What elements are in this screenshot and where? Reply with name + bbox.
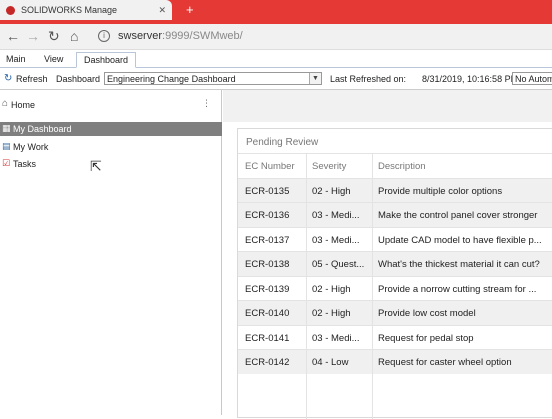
severity-cell: 05 - Quest...	[312, 259, 365, 270]
severity-cell: 03 - Medi...	[312, 210, 360, 221]
grid-header-row: EC Number Severity Description	[238, 153, 552, 178]
browser-tab-strip: SOLIDWORKS Manage ✕ +	[0, 0, 552, 24]
severity-cell: 02 - High	[312, 283, 351, 295]
pin-icon[interactable]: ⋮	[202, 98, 211, 109]
home-icon[interactable]: ⌂	[70, 28, 78, 44]
table-row[interactable]: ECR-0140 02 - High Provide low cost mode…	[238, 300, 552, 325]
favicon-icon	[6, 5, 15, 15]
description-cell: Provide a norrow cutting stream for ...	[378, 283, 537, 295]
ec-number-cell: ECR-0135	[245, 185, 290, 197]
tab-view[interactable]: View	[44, 54, 63, 64]
dashboard-select-value: Engineering Change Dashboard	[107, 74, 236, 84]
url-host: swserver	[118, 30, 163, 42]
home-icon: ⌂	[2, 98, 9, 109]
column-divider	[306, 153, 307, 419]
dashboard-label: Dashboard	[56, 74, 101, 84]
description-cell: Update CAD model to have flexible p...	[378, 234, 542, 246]
column-header-ec-number[interactable]: EC Number	[245, 161, 305, 172]
work-icon: ▤	[2, 141, 11, 151]
refresh-button[interactable]: Refresh	[16, 74, 48, 84]
main-content: Pending Review EC Number Severity Descri…	[223, 90, 552, 419]
table-row[interactable]: ECR-0139 02 - High Provide a norrow cutt…	[238, 275, 552, 301]
description-cell: Provide multiple color options	[378, 185, 503, 197]
ec-number-cell: ECR-0138	[245, 259, 290, 270]
sidebar-item-label: My Dashboard	[13, 124, 72, 134]
description-cell: Request for pedal stop	[378, 332, 474, 344]
ec-number-cell: ECR-0139	[245, 283, 290, 295]
tab-main[interactable]: Main	[6, 54, 26, 64]
panel-title: Pending Review	[246, 137, 319, 148]
auto-refresh-select[interactable]: No Autom	[512, 72, 552, 85]
url-path: :9999/SWMweb/	[162, 30, 243, 42]
sidebar-home-label: Home	[11, 100, 36, 110]
table-row[interactable]: ECR-0137 03 - Medi... Update CAD model t…	[238, 226, 552, 252]
mouse-cursor-icon: ⇱	[90, 158, 102, 174]
sidebar-item-tasks[interactable]: ☑ Tasks	[0, 157, 222, 171]
table-row[interactable]: ECR-0142 04 - Low Request for caster whe…	[238, 349, 552, 374]
close-icon[interactable]: ✕	[158, 5, 166, 16]
chevron-down-icon[interactable]: ▼	[309, 73, 321, 84]
column-header-description[interactable]: Description	[378, 161, 552, 172]
main-header-band	[223, 90, 552, 122]
last-refreshed-label: Last Refreshed on:	[330, 74, 407, 84]
pending-review-grid: EC Number Severity Description ECR-0135 …	[238, 153, 552, 374]
ec-number-cell: ECR-0136	[245, 210, 290, 221]
severity-cell: 02 - High	[312, 308, 351, 319]
last-refreshed-value: 8/31/2019, 10:16:58 PM	[422, 74, 519, 84]
sidebar-home[interactable]: ⌂ Home ⋮	[0, 98, 222, 112]
back-arrow-icon[interactable]: ←	[6, 28, 20, 44]
description-cell: Request for caster wheel option	[378, 357, 512, 368]
tab-dashboard[interactable]: Dashboard	[76, 52, 137, 68]
sidebar-item-label: My Work	[13, 142, 49, 152]
pending-review-panel: Pending Review EC Number Severity Descri…	[237, 128, 552, 419]
ec-number-cell: ECR-0140	[245, 308, 290, 319]
sidebar-item-my-dashboard[interactable]: ▦ My Dashboard	[0, 122, 222, 136]
severity-cell: 04 - Low	[312, 357, 349, 368]
severity-cell: 03 - Medi...	[312, 332, 360, 344]
address-bar: ← → ↻ ⌂ i swserver:9999/SWMweb/	[0, 24, 552, 50]
table-row[interactable]: ECR-0138 05 - Quest... What's the thicke…	[238, 251, 552, 276]
dashboard-icon: ▦	[2, 123, 11, 133]
ec-number-cell: ECR-0142	[245, 357, 290, 368]
url-field[interactable]: swserver:9999/SWMweb/	[118, 30, 243, 42]
table-row[interactable]: ECR-0135 02 - High Provide multiple colo…	[238, 177, 552, 202]
column-divider	[372, 153, 373, 419]
dashboard-select[interactable]: Engineering Change Dashboard ▼	[104, 72, 322, 85]
auto-refresh-value: No Autom	[515, 74, 552, 84]
reload-icon[interactable]: ↻	[48, 28, 60, 45]
table-row[interactable]: ECR-0141 03 - Medi... Request for pedal …	[238, 324, 552, 350]
description-cell: Provide low cost model	[378, 308, 476, 319]
ec-number-cell: ECR-0141	[245, 332, 290, 344]
ec-number-cell: ECR-0137	[245, 234, 290, 246]
ribbon-tabs: Main View Dashboard	[0, 50, 552, 68]
info-icon[interactable]: i	[98, 30, 110, 42]
severity-cell: 02 - High	[312, 185, 351, 197]
sidebar: ⌂ Home ⋮ ▦ My Dashboard ▤ My Work ☑ Task…	[0, 90, 222, 415]
toolbar: ↻ Refresh Dashboard Engineering Change D…	[0, 68, 552, 90]
sidebar-item-my-work[interactable]: ▤ My Work	[0, 140, 222, 154]
forward-arrow-icon[interactable]: →	[26, 28, 40, 44]
refresh-icon[interactable]: ↻	[4, 73, 12, 84]
sidebar-item-label: Tasks	[13, 159, 37, 169]
description-cell: What's the thickest material it can cut?	[378, 259, 540, 270]
table-row[interactable]: ECR-0136 03 - Medi... Make the control p…	[238, 202, 552, 227]
browser-tab[interactable]: SOLIDWORKS Manage ✕	[0, 0, 172, 20]
severity-cell: 03 - Medi...	[312, 234, 360, 246]
tasks-icon: ☑	[2, 158, 11, 168]
new-tab-icon[interactable]: +	[186, 2, 194, 17]
browser-tab-title: SOLIDWORKS Manage	[21, 5, 118, 15]
description-cell: Make the control panel cover stronger	[378, 210, 538, 221]
column-header-severity[interactable]: Severity	[312, 161, 372, 172]
